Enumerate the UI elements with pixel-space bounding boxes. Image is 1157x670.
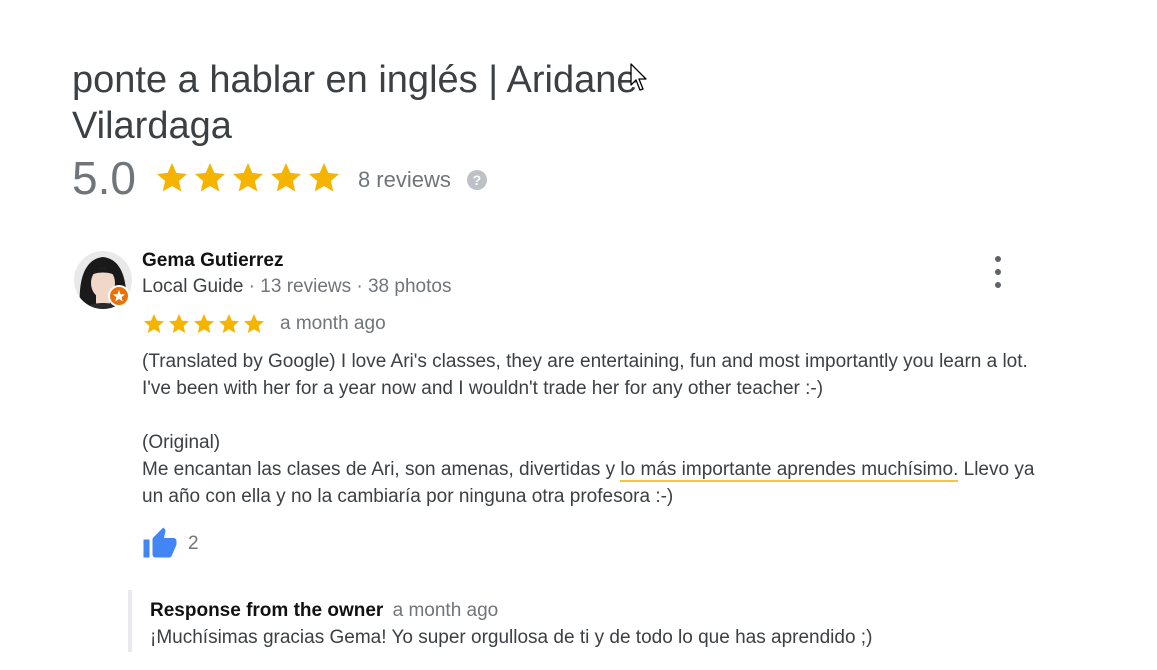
review-original-text: Me encantan las clases de Ari, son amena… [142,459,1035,507]
rating-summary: 5.0 8 reviews ? [72,148,487,208]
star-icon [169,314,189,333]
star-icon [308,163,339,192]
star-icon [194,163,225,192]
review-date: a month ago [280,313,386,334]
mouse-cursor-icon [630,63,647,91]
review-original-label: (Original) [142,432,221,453]
review-text: (Translated by Google) I love Ari's clas… [142,348,1042,510]
highlighted-text: lo más importante aprendes muchísimo. [620,459,959,482]
reviews-panel: ponte a hablar en inglés | Aridane Vilar… [0,0,1157,670]
average-rating: 5.0 [72,152,136,204]
reviewer-meta: Local Guide · 13 reviews · 38 photos [142,276,451,298]
more-vert-icon[interactable] [986,256,1010,288]
local-guide-badge-icon [108,285,130,307]
business-title: ponte a hablar en inglés | Aridane Vilar… [72,59,638,148]
review-rating: a month ago [142,312,386,336]
star-icon [244,314,264,333]
reviewer-name[interactable]: Gema Gutierrez [142,250,284,272]
review-stars [142,312,266,336]
reviews-count-link[interactable]: 8 reviews [358,163,451,193]
star-icon [270,163,301,192]
star-icon [232,163,263,192]
like-count: 2 [188,533,199,554]
owner-response-date: a month ago [392,600,499,621]
star-icon [194,314,214,333]
owner-response-header: Response from the owner a month ago [150,600,498,622]
star-icon [156,163,187,192]
summary-stars [154,160,342,196]
help-icon[interactable]: ? [466,170,487,190]
reviewer-stats: · 13 reviews · 38 photos [243,276,452,297]
owner-response-label: Response from the owner [150,600,384,621]
owner-response: Response from the owner a month ago ¡Muc… [128,590,1032,652]
thumbs-up-icon[interactable] [142,526,178,562]
reviewer-level: Local Guide [142,276,244,297]
like-row: 2 [142,526,199,562]
reviewer-avatar[interactable] [74,251,132,309]
owner-response-text: ¡Muchísimas gracias Gema! Yo super orgul… [150,627,873,648]
star-icon [219,314,239,333]
review-translated-text: (Translated by Google) I love Ari's clas… [142,351,1028,399]
star-icon [144,314,164,333]
